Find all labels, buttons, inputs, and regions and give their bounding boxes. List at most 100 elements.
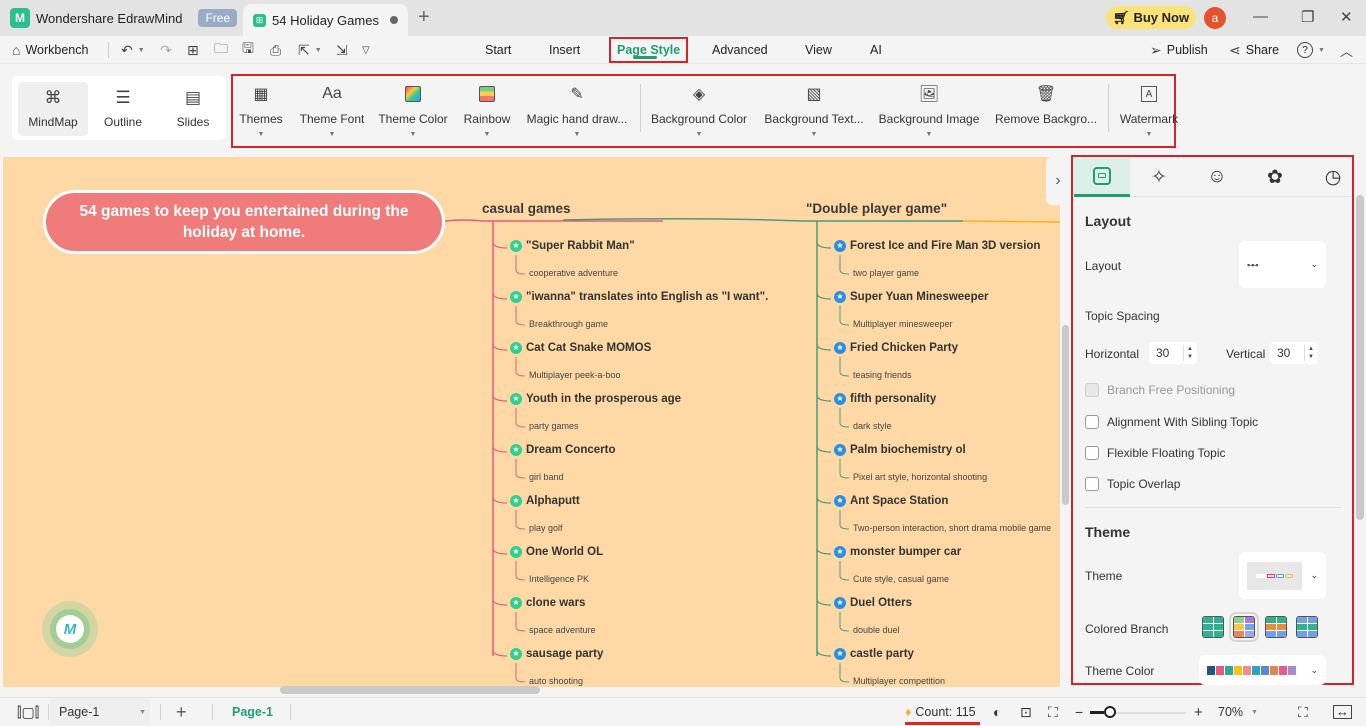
zoom-in-button[interactable]: + xyxy=(1194,698,1203,726)
subtopic-node[interactable]: Intelligence PK xyxy=(529,574,589,584)
layout-select[interactable]: ▪-▪-▪ ⌄ xyxy=(1239,241,1326,288)
workbench-button[interactable]: ⌂ Workbench xyxy=(12,36,88,64)
app-tab[interactable]: M Wondershare EdrawMind Free xyxy=(10,0,238,36)
central-topic[interactable]: 54 games to keep you entertained during … xyxy=(43,190,445,254)
subtopic-node[interactable]: girl band xyxy=(529,472,564,482)
publish-button[interactable]: ➢ Publish xyxy=(1150,36,1208,64)
topic-node[interactable]: ★ sausage party xyxy=(510,648,603,660)
topic-node[interactable]: ★ Ant Space Station xyxy=(834,495,948,507)
watermark-button[interactable]: A Watermark ▼ xyxy=(1119,82,1179,138)
fit-page-button[interactable]: ⊡ xyxy=(1020,698,1032,726)
colored-branch-option[interactable] xyxy=(1296,616,1318,638)
topic-node[interactable]: ★ Fried Chicken Party xyxy=(834,342,958,354)
ai-assistant-button[interactable]: M xyxy=(42,601,98,657)
magic-hand-draw-button[interactable]: ✎ Magic hand draw... ▼ xyxy=(526,82,628,138)
close-window-button[interactable]: ✕ xyxy=(1340,8,1353,26)
topic-node[interactable]: ★ monster bumper car xyxy=(834,546,961,558)
tab-start[interactable]: Start xyxy=(485,36,511,64)
document-tab[interactable]: ⊞ 54 Holiday Games xyxy=(243,4,408,36)
help-button[interactable]: ? ▼ xyxy=(1297,36,1325,64)
buy-now-button[interactable]: 🛒︎ Buy Now xyxy=(1106,6,1196,29)
spinner-arrows-icon[interactable]: ▲ ▼ xyxy=(1183,345,1193,361)
topic-node[interactable]: ★ Youth in the prosperous age xyxy=(510,393,681,405)
subtopic-node[interactable]: dark style xyxy=(853,421,892,431)
topic-node[interactable]: ★ fifth personality xyxy=(834,393,936,405)
colored-branch-option[interactable] xyxy=(1229,612,1259,642)
subtopic-node[interactable]: play golf xyxy=(529,523,563,533)
new-button[interactable]: ⊞ xyxy=(187,36,199,64)
subtopic-node[interactable]: Multiplayer competition xyxy=(853,676,945,686)
theme-font-button[interactable]: Aa Theme Font ▼ xyxy=(298,82,366,138)
themes-dropdown-icon[interactable]: ▼ xyxy=(258,131,265,138)
topic-node[interactable]: ★ Super Yuan Minesweeper xyxy=(834,291,988,303)
panel-tab-stickers[interactable]: ✿ xyxy=(1247,157,1303,197)
subtopic-node[interactable]: Multiplayer minesweeper xyxy=(853,319,953,329)
new-tab-button[interactable]: + xyxy=(418,6,430,29)
minimize-button[interactable]: — xyxy=(1253,8,1268,25)
unsaved-dot-icon[interactable] xyxy=(390,16,398,24)
background-color-button[interactable]: ◈ Background Color ▼ xyxy=(651,82,747,138)
fullscreen-button[interactable]: ⛶ xyxy=(1298,698,1308,726)
subtopic-node[interactable]: Breakthrough game xyxy=(529,319,608,329)
subtopic-node[interactable]: Cute style, casual game xyxy=(853,574,949,584)
subtopic-node[interactable]: teasing friends xyxy=(853,370,912,380)
subtopic-node[interactable]: space adventure xyxy=(529,625,596,635)
topic-node[interactable]: ★ Cat Cat Snake MOMOS xyxy=(510,342,651,354)
checkbox-box[interactable] xyxy=(1085,446,1099,460)
horizontal-scrollbar[interactable] xyxy=(280,686,540,694)
branch-free-positioning-checkbox[interactable]: Branch Free Positioning xyxy=(1085,383,1235,397)
redo-button[interactable]: ↷ xyxy=(160,36,172,64)
magic-hand-draw-dropdown-icon[interactable]: ▼ xyxy=(574,131,581,138)
subtopic-node[interactable]: party games xyxy=(529,421,579,431)
topic-node[interactable]: ★ "iwanna" translates into English as "I … xyxy=(510,291,768,303)
subtopic-node[interactable]: double duel xyxy=(853,625,900,635)
export-button[interactable]: ⇱ ▼ xyxy=(298,36,322,64)
topic-node[interactable]: ★ Alphaputt xyxy=(510,495,580,507)
slides-view-button[interactable]: ▤ Slides xyxy=(158,82,228,136)
alignment-sibling-checkbox[interactable]: Alignment With Sibling Topic xyxy=(1085,415,1258,429)
page-select[interactable]: Page-1 ▼ xyxy=(50,698,150,726)
topic-node[interactable]: ★ Dream Concerto xyxy=(510,444,615,456)
collapse-ribbon-button[interactable]: ︿ xyxy=(1340,36,1353,64)
background-image-button[interactable]: 🖼︎ Background Image ▼ xyxy=(879,82,980,138)
rainbow-button[interactable]: Rainbow ▼ xyxy=(462,82,512,138)
subtopic-node[interactable]: cooperative adventure xyxy=(529,268,618,278)
undo-button[interactable]: ↶ ▼ xyxy=(121,36,145,64)
mindmap-canvas[interactable]: 54 games to keep you entertained during … xyxy=(3,157,1060,687)
topic-node[interactable]: ★ One World OL xyxy=(510,546,603,558)
vertical-scrollbar[interactable] xyxy=(1062,325,1069,505)
panel-tab-icons[interactable]: ☺ xyxy=(1189,157,1245,197)
background-texture-button[interactable]: ▧ Background Text... ▼ xyxy=(764,82,863,138)
panel-tab-ai[interactable]: ✧ xyxy=(1131,157,1187,197)
panel-scrollbar[interactable] xyxy=(1356,195,1364,520)
theme-color-select[interactable]: ⌄ xyxy=(1199,655,1326,685)
checkbox-box[interactable] xyxy=(1085,383,1099,397)
theme-select[interactable]: ⌄ xyxy=(1239,552,1326,599)
more-tools-button[interactable]: ▽ xyxy=(362,36,370,64)
topic-node[interactable]: ★ Duel Otters xyxy=(834,597,912,609)
tab-insert[interactable]: Insert xyxy=(549,36,580,64)
mindmap-view-button[interactable]: ⌘ MindMap xyxy=(18,82,88,136)
fit-width-button[interactable]: ↔ xyxy=(1333,698,1352,726)
topic-node[interactable]: ★ castle party xyxy=(834,648,914,660)
print-button[interactable]: ⎙ xyxy=(270,36,281,64)
zoom-level-select[interactable]: 70% ▼ xyxy=(1218,698,1258,726)
save-button[interactable]: 🖫︎ xyxy=(242,36,254,64)
topic-node[interactable]: ★ clone wars xyxy=(510,597,585,609)
theme-color-dropdown-icon[interactable]: ▼ xyxy=(410,131,417,138)
checkbox-box[interactable] xyxy=(1085,415,1099,429)
watermark-dropdown-icon[interactable]: ▼ xyxy=(1146,131,1153,138)
subtopic-node[interactable]: Two-person interaction, short drama mobi… xyxy=(853,523,1051,533)
subtopic-node[interactable]: two player game xyxy=(853,268,919,278)
topic-node[interactable]: ★ Forest Ice and Fire Man 3D version xyxy=(834,240,1040,252)
collapse-panel-button[interactable]: › xyxy=(1046,157,1070,205)
tab-ai[interactable]: AI xyxy=(870,36,882,64)
theme-toggle-button[interactable]: ◐ xyxy=(993,698,1001,726)
panel-tab-layout[interactable] xyxy=(1074,157,1130,197)
zoom-out-button[interactable]: − xyxy=(1075,698,1083,726)
tab-page-style[interactable]: Page Style xyxy=(609,37,689,63)
branch-double-player-game[interactable]: "Double player game" xyxy=(806,201,947,216)
subtopic-node[interactable]: Pixel art style, horizontal shooting xyxy=(853,472,987,482)
page-tab-active[interactable]: Page-1 xyxy=(232,698,273,726)
flexible-floating-checkbox[interactable]: Flexible Floating Topic xyxy=(1085,446,1226,460)
